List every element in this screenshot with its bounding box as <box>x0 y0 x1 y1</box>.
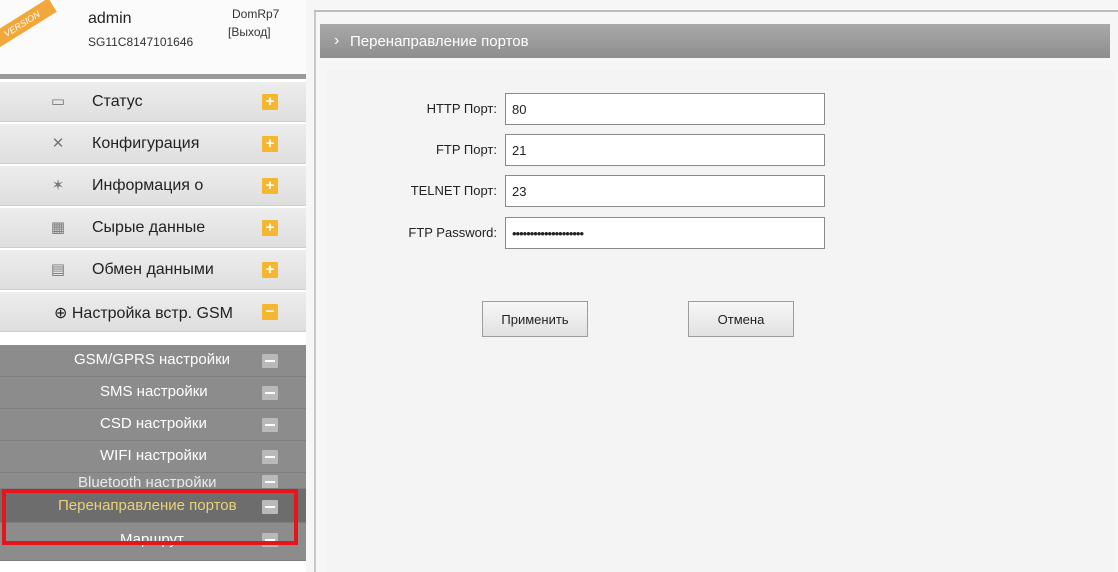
http-port-label-wrap: HTTP Порт: <box>330 93 497 125</box>
menu-item-label: Конфигурация <box>92 135 200 152</box>
telnet-port-input[interactable] <box>505 175 825 207</box>
telnet-port-label-wrap: TELNET Порт: <box>330 175 497 207</box>
chevron-right-icon: › <box>334 32 340 49</box>
minus-icon[interactable] <box>262 354 278 368</box>
app-root: VERSION admin SG11C8147101646 DomRp7 [Вы… <box>0 0 1118 572</box>
telnet-port-label: TELNET Порт: <box>410 183 497 198</box>
submenu-item-csd[interactable]: CSD настройки <box>0 409 306 441</box>
menu-item-label: Обмен данными <box>92 261 214 278</box>
minus-icon[interactable] <box>262 450 278 464</box>
page-title: Перенаправление портов <box>350 33 529 50</box>
collapse-icon[interactable]: − <box>262 304 278 320</box>
submenu-item-sms[interactable]: SMS настройки <box>0 377 306 409</box>
menu-item-text: Настройка встр. GSM <box>71 305 233 322</box>
ftp-password-input[interactable] <box>505 217 825 249</box>
ftp-port-label: FTP Порт: <box>435 142 497 157</box>
page-title-bar: › Перенаправление портов <box>320 24 1110 58</box>
menu-item-raw-data[interactable]: ▦ Сырые данные + <box>0 208 306 248</box>
expand-plus-icon[interactable]: + <box>262 262 278 278</box>
highlight-annotation <box>2 489 298 545</box>
expand-plus-icon[interactable]: + <box>262 220 278 236</box>
ftp-password-label-wrap: FTP Password: <box>330 217 497 249</box>
cancel-button[interactable]: Отмена <box>688 301 794 337</box>
expand-plus-icon[interactable]: + <box>262 178 278 194</box>
device-name: DomRp7 <box>232 7 280 21</box>
apply-button[interactable]: Применить <box>482 301 588 337</box>
logout-link[interactable]: [Выход] <box>228 25 271 39</box>
expand-plus-icon[interactable]: + <box>262 136 278 152</box>
ftp-password-label: FTP Password: <box>408 225 497 240</box>
monitor-icon: ▭ <box>50 93 66 110</box>
user-name: admin <box>88 10 132 27</box>
ftp-port-label-wrap: FTP Порт: <box>330 134 497 166</box>
sidebar: VERSION admin SG11C8147101646 DomRp7 [Вы… <box>0 0 306 572</box>
tools-icon: ✕ <box>51 135 65 152</box>
menu-item-label: Статус <box>92 93 143 110</box>
minus-icon[interactable] <box>262 475 278 488</box>
main-left-border <box>314 12 316 572</box>
device-serial: SG11C8147101646 <box>88 35 194 49</box>
submenu-item-wifi[interactable]: WIFI настройки <box>0 441 306 473</box>
submenu-item-label: CSD настройки <box>100 415 207 432</box>
minus-icon[interactable] <box>262 418 278 432</box>
expand-plus-icon[interactable]: + <box>262 94 278 110</box>
submenu-item-bluetooth[interactable]: Bluetooth настройки <box>0 473 306 489</box>
menu-item-status[interactable]: ▭ Статус + <box>0 82 306 122</box>
submenu-item-label: SMS настройки <box>100 383 208 400</box>
user-panel-divider <box>0 74 306 79</box>
globe-glyph-icon: ⊕ <box>54 305 72 322</box>
submenu-item-label: Bluetooth настройки <box>78 474 217 489</box>
submenu-item-label: WIFI настройки <box>100 447 207 464</box>
menu-item-label: Информация о <box>92 177 204 194</box>
satellite-icon: ✶ <box>51 177 65 194</box>
minus-icon[interactable] <box>262 386 278 400</box>
menu-item-information[interactable]: ✶ Информация о + <box>0 166 306 206</box>
submenu-item-gsm-gprs[interactable]: GSM/GPRS настройки <box>0 345 306 377</box>
version-ribbon: VERSION <box>0 0 57 50</box>
menu-item-label: Сырые данные <box>92 219 206 236</box>
calendar-icon: ▦ <box>50 219 66 236</box>
menu-item-gsm-settings[interactable]: ⊕ Настройка встр. GSM − <box>0 292 306 332</box>
http-port-input[interactable] <box>505 93 825 125</box>
http-port-label: HTTP Порт: <box>426 101 497 116</box>
computer-icon: ▤ <box>50 261 66 278</box>
menu-item-configuration[interactable]: ✕ Конфигурация + <box>0 124 306 164</box>
submenu-item-label: GSM/GPRS настройки <box>74 351 231 368</box>
menu-item-label: ⊕ Настройка встр. GSM <box>54 303 233 323</box>
ftp-port-input[interactable] <box>505 134 825 166</box>
main-menu: ▭ Статус + ✕ Конфигурация + ✶ Информация… <box>0 82 306 334</box>
menu-item-data-exchange[interactable]: ▤ Обмен данными + <box>0 250 306 290</box>
main-top-border <box>314 10 1118 12</box>
user-panel: VERSION admin SG11C8147101646 DomRp7 [Вы… <box>0 0 306 74</box>
